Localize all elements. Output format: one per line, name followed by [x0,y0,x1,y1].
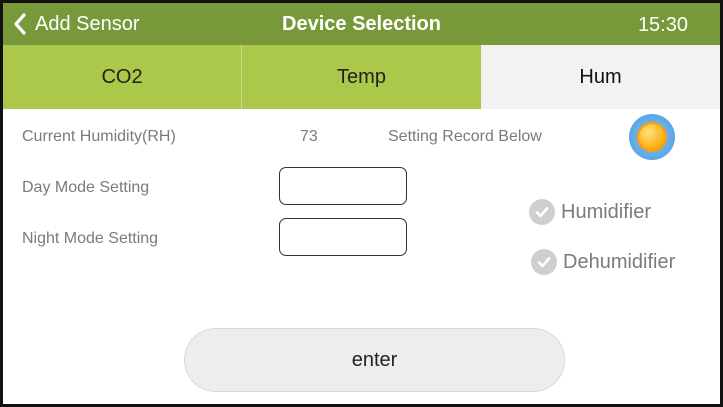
clock-time: 15:30 [637,14,688,36]
day-mode-label: Day Mode Setting [22,179,150,196]
day-mode-input[interactable] [279,167,407,205]
night-mode-input[interactable] [279,218,407,256]
page-title: Device Selection [282,13,441,35]
night-mode-label: Night Mode Setting [22,230,159,247]
device-selection-screen: Add Sensor Device Selection 15:30 CO2 Te… [0,0,723,407]
dehumidifier-label: Dehumidifier [563,250,676,273]
sensor-tabs: CO2 Temp Hum [3,45,720,109]
tab-co2[interactable]: CO2 [3,45,241,109]
enter-button[interactable]: enter [184,328,565,392]
current-humidity-value: 73 [300,128,318,145]
checkmark-icon [529,199,555,225]
setting-record-label: Setting Record Below [388,128,542,145]
current-humidity-label: Current Humidity(RH) [22,128,176,145]
sun-icon [629,114,675,160]
top-navigation-bar: Add Sensor Device Selection 15:30 [3,3,720,45]
checkmark-icon [531,249,557,275]
tab-temp[interactable]: Temp [241,45,481,109]
tab-hum[interactable]: Hum [481,45,720,109]
humidifier-checkbox[interactable]: Humidifier [529,199,651,225]
dehumidifier-checkbox[interactable]: Dehumidifier [531,249,675,275]
humidifier-label: Humidifier [561,200,652,223]
